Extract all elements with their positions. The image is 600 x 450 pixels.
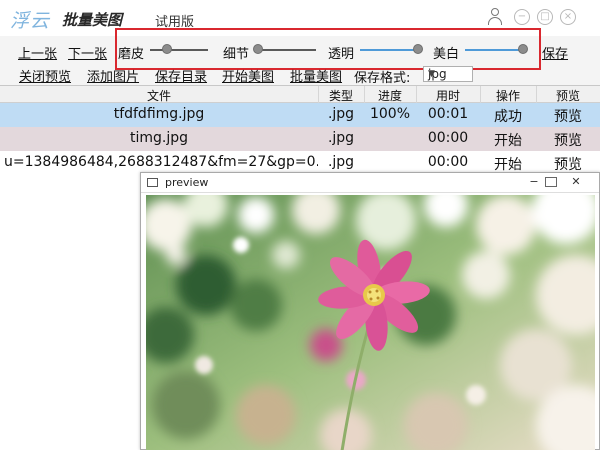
close-preview-button[interactable]: 关闭预览 [19,66,71,85]
preview-close-button[interactable]: ✕ [569,176,583,188]
column-header-file[interactable]: 文件 [0,87,318,104]
add-image-button[interactable]: 添加图片 [87,66,139,85]
column-header-time[interactable]: 用时 [416,87,480,104]
maximize-button[interactable]: □ [537,9,553,25]
preview-title-bar[interactable]: preview − ✕ [141,173,599,193]
slider-highlight-box [115,28,541,70]
file-type-cell: .jpg [327,154,355,170]
preview-window: preview − ✕ [140,172,600,450]
preview-cell[interactable]: 预览 [536,130,600,150]
window-icon [147,178,158,187]
column-header-type[interactable]: 类型 [318,87,364,104]
save-button[interactable]: 保存 [542,43,568,62]
column-header-action[interactable]: 操作 [480,87,536,104]
minimize-button[interactable]: − [514,9,530,25]
table-header: 文件 类型 进度 用时 操作 预览 [0,86,600,103]
file-name-cell: tfdfdfimg.jpg [113,106,205,122]
next-image-button[interactable]: 下一张 [68,43,107,62]
save-format-select[interactable]: jpg ▼ [423,66,473,82]
batch-beautify-button[interactable]: 批量美图 [290,66,342,85]
prev-image-button[interactable]: 上一张 [18,43,57,62]
preview-image [146,195,595,450]
time-cell: 00:01 [427,106,469,122]
app-logo: 浮云 [10,10,51,32]
preview-maximize-button[interactable] [545,177,557,187]
preview-minimize-button[interactable]: − [527,176,541,188]
progress-cell: 100% [369,106,411,122]
start-beautify-button[interactable]: 开始美图 [222,66,274,85]
time-cell: 00:00 [427,130,469,146]
column-header-progress[interactable]: 进度 [364,87,416,104]
column-header-preview[interactable]: 预览 [536,87,600,104]
preview-cell[interactable]: 预览 [536,154,600,174]
user-icon[interactable] [487,8,503,26]
flower-photo [146,195,595,450]
preview-cell[interactable]: 预览 [536,106,600,126]
save-directory-button[interactable]: 保存目录 [155,66,207,85]
app-title: 批量美图 [62,11,123,29]
file-name-cell: timg.jpg [129,130,189,146]
table-row[interactable]: timg.jpg .jpg 00:00 开始 预览 [0,127,600,151]
file-name-cell: u=1384986484,2688312487&fm=27&gp=0.j... [4,154,318,170]
app-window: 浮云 批量美图 试用版 − □ × 上一张 下一张 磨皮 细节 透明 美白 保存… [0,0,600,450]
action-cell[interactable]: 成功 [480,106,536,126]
time-cell: 00:00 [427,154,469,170]
save-format-label: 保存格式: [354,71,411,86]
close-button[interactable]: × [560,9,576,25]
chevron-down-icon: ▼ [428,69,435,79]
preview-title: preview [165,176,209,189]
action-cell[interactable]: 开始 [480,130,536,150]
file-type-cell: .jpg [327,106,355,122]
table-row[interactable]: tfdfdfimg.jpg .jpg 100% 00:01 成功 预览 [0,103,600,127]
file-type-cell: .jpg [327,130,355,146]
action-cell[interactable]: 开始 [480,154,536,174]
